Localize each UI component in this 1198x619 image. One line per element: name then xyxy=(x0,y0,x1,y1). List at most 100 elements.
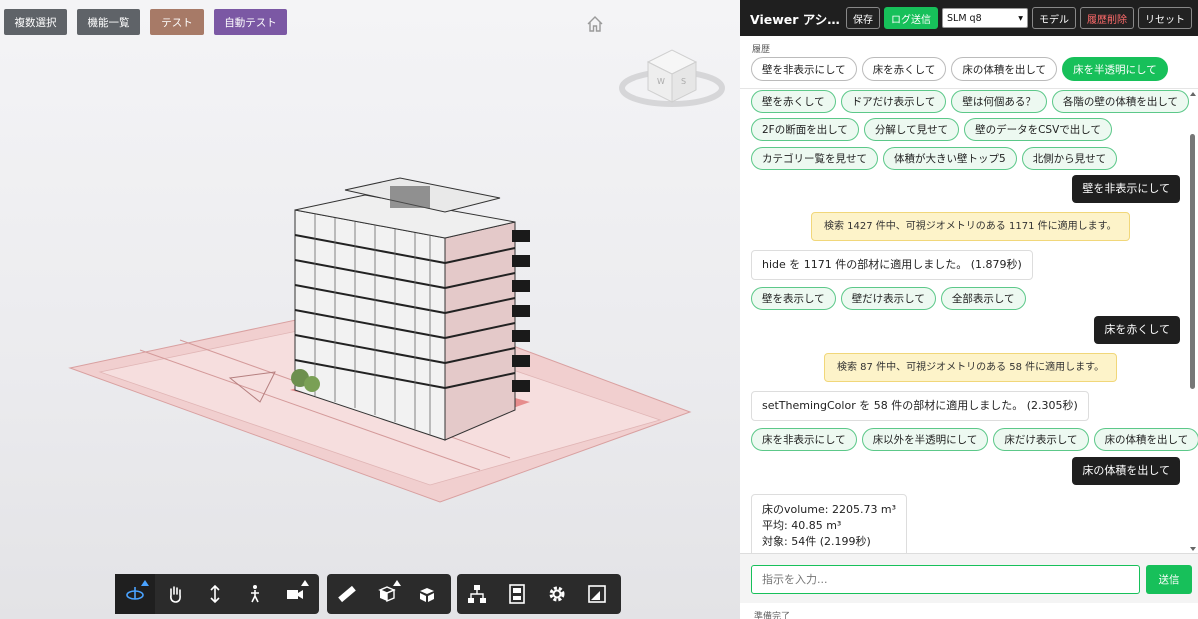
suggestion-chip[interactable]: 全部表示して xyxy=(940,287,1026,310)
orbit-icon xyxy=(126,587,144,600)
explode-tool[interactable] xyxy=(407,574,447,614)
clear-history-button[interactable]: 履歴削除 xyxy=(1080,7,1134,29)
history-chip-selected[interactable]: 床を半透明にして xyxy=(1062,57,1168,81)
submenu-triangle xyxy=(301,580,309,586)
settings-tool[interactable] xyxy=(537,574,577,614)
suggestion-row: 壁を赤くして ドアだけ表示して 壁は何個ある？ 各階の壁の体積を出して xyxy=(751,90,1190,113)
multi-select-button[interactable]: 複数選択 xyxy=(4,9,67,35)
pan-tool[interactable] xyxy=(155,574,195,614)
history-chip[interactable]: 床を赤くして xyxy=(861,57,947,81)
submenu-triangle xyxy=(393,580,401,586)
input-area: 送信 xyxy=(740,553,1198,603)
save-button[interactable]: 保存 xyxy=(846,7,880,29)
status-text: 準備完了 xyxy=(754,612,791,619)
suggestion-chip[interactable]: 体積が大きい壁トップ5 xyxy=(883,147,1017,170)
walk-tool[interactable] xyxy=(235,574,275,614)
suggestion-chip[interactable]: 床を非表示にして xyxy=(751,428,857,451)
suggestion-chip[interactable]: 壁は何個ある？ xyxy=(951,90,1047,113)
suggestion-chip[interactable]: 壁を表示して xyxy=(751,287,836,310)
chat-scrollbar[interactable] xyxy=(1190,89,1196,553)
submenu-triangle xyxy=(141,580,149,586)
suggestion-chip[interactable]: 床だけ表示して xyxy=(993,428,1089,451)
suggestion-chip[interactable]: 壁のデータをCSVで出して xyxy=(964,118,1112,141)
auto-test-button[interactable]: 自動テスト xyxy=(214,9,287,35)
scroll-down-icon[interactable] xyxy=(1190,547,1196,551)
suggestion-chip[interactable]: 分解して見せて xyxy=(863,118,960,141)
send-log-button[interactable]: ログ送信 xyxy=(884,7,938,29)
dolly-tool[interactable] xyxy=(195,574,235,614)
fullscreen-tool[interactable] xyxy=(577,574,617,614)
measure-icon xyxy=(338,585,356,603)
section-tool[interactable] xyxy=(367,574,407,614)
history-row: 壁を非表示にして 床を赤くして 床の体積を出して 床を半透明にして xyxy=(751,57,1168,81)
instruction-input[interactable] xyxy=(751,565,1140,594)
model-select-value: SLM q8 xyxy=(947,12,982,24)
suggestion-chip[interactable]: 床の体積を出して xyxy=(1093,428,1198,451)
send-button[interactable]: 送信 xyxy=(1146,565,1192,594)
model-select[interactable]: SLM q8 ▾ xyxy=(942,8,1028,28)
navigation-toolbar xyxy=(115,574,319,614)
history-chip[interactable]: 床の体積を出して xyxy=(951,57,1058,81)
panel-title: Viewer アシ… xyxy=(750,11,840,27)
history-chip[interactable]: 壁を非表示にして xyxy=(751,57,857,81)
suggestion-row: カテゴリー覧を見せて 体積が大きい壁トップ5 北側から見せて xyxy=(751,147,1118,170)
assistant-message-volume: 床のvolume: 2205.73 m³ 平均: 40.85 m³ 対象: 54… xyxy=(751,494,908,553)
suggestion-chip[interactable]: 壁だけ表示して xyxy=(840,287,936,310)
suggestion-chip[interactable]: 壁を赤くして xyxy=(751,90,836,113)
properties-icon xyxy=(509,584,525,604)
view-cube[interactable]: W S xyxy=(616,38,728,116)
orbit-tool[interactable] xyxy=(115,574,155,614)
home-icon[interactable] xyxy=(585,14,605,34)
suggestion-chip[interactable]: カテゴリー覧を見せて xyxy=(751,147,878,170)
camera-icon xyxy=(287,590,303,599)
system-message: 検索 1427 件中、可視ジオメトリのある 1171 件に適用します。 xyxy=(811,212,1130,241)
reset-button[interactable]: リセット xyxy=(1138,7,1192,29)
dolly-icon xyxy=(210,584,220,604)
camera-tool[interactable] xyxy=(275,574,315,614)
pan-icon xyxy=(170,586,181,603)
measure-tool[interactable] xyxy=(327,574,367,614)
test-button[interactable]: テスト xyxy=(150,9,204,35)
suggestion-chip[interactable]: ドアだけ表示して xyxy=(840,90,947,113)
suggestion-row: 床を非表示にして 床以外を半透明にして 床だけ表示して 床の体積を出して xyxy=(751,428,1198,451)
volume-count: 対象: 54件 (2.199秒) xyxy=(762,535,871,548)
walk-icon xyxy=(251,585,259,603)
properties-tool[interactable] xyxy=(497,574,537,614)
system-message: 検索 87 件中、可視ジオメトリのある 58 件に適用します。 xyxy=(824,353,1118,382)
assistant-panel: Viewer アシ… 保存 ログ送信 SLM q8 ▾ モデル 履歴削除 リセッ… xyxy=(740,0,1198,619)
panel-header: Viewer アシ… 保存 ログ送信 SLM q8 ▾ モデル 履歴削除 リセッ… xyxy=(740,0,1198,36)
explode-icon xyxy=(420,588,434,602)
history-label: 履歴 xyxy=(752,45,771,55)
assistant-message: setThemingColor を 58 件の部材に適用しました。 (2.305… xyxy=(751,391,1089,421)
model-browser-tool[interactable] xyxy=(457,574,497,614)
scroll-up-icon[interactable] xyxy=(1190,92,1196,96)
assistant-message: hide を 1171 件の部材に適用しました。 (1.879秒) xyxy=(751,250,1033,280)
viewer-top-buttons: 複数選択 機能一覧 テスト 自動テスト xyxy=(4,9,287,35)
user-message: 床を赤くして xyxy=(1094,316,1180,344)
volume-average: 平均: 40.85 m³ xyxy=(762,519,842,532)
chat-log[interactable]: 壁を赤くして ドアだけ表示して 壁は何個ある？ 各階の壁の体積を出して 2Fの断… xyxy=(740,88,1198,553)
suggestion-row: 壁を表示して 壁だけ表示して 全部表示して xyxy=(751,287,1026,310)
suggestion-row: 2Fの断面を出して 分解して見せて 壁のデータをCSVで出して xyxy=(751,118,1112,141)
suggestion-chip[interactable]: 2Fの断面を出して xyxy=(751,118,859,141)
suggestion-chip[interactable]: 床以外を半透明にして xyxy=(861,428,989,451)
suggestion-chip[interactable]: 各階の壁の体積を出して xyxy=(1051,90,1190,113)
model-browser-icon xyxy=(468,585,486,603)
svg-text:S: S xyxy=(681,77,686,86)
chevron-down-icon: ▾ xyxy=(1018,12,1023,24)
user-message: 壁を非表示にして xyxy=(1072,175,1180,203)
model-button[interactable]: モデル xyxy=(1032,7,1076,29)
user-message: 床の体積を出して xyxy=(1072,457,1180,485)
scroll-thumb[interactable] xyxy=(1190,134,1195,389)
settings-icon xyxy=(549,586,565,602)
svg-text:W: W xyxy=(657,77,665,86)
tools-toolbar xyxy=(327,574,451,614)
feature-list-button[interactable]: 機能一覧 xyxy=(77,9,140,35)
building-model[interactable] xyxy=(60,140,700,510)
volume-total: 床のvolume: 2205.73 m³ xyxy=(762,503,897,516)
section-icon xyxy=(378,586,396,603)
settings-toolbar xyxy=(457,574,621,614)
model-viewer[interactable]: 複数選択 機能一覧 テスト 自動テスト W S xyxy=(0,0,740,619)
fullscreen-icon xyxy=(588,585,606,603)
suggestion-chip[interactable]: 北側から見せて xyxy=(1021,147,1118,170)
